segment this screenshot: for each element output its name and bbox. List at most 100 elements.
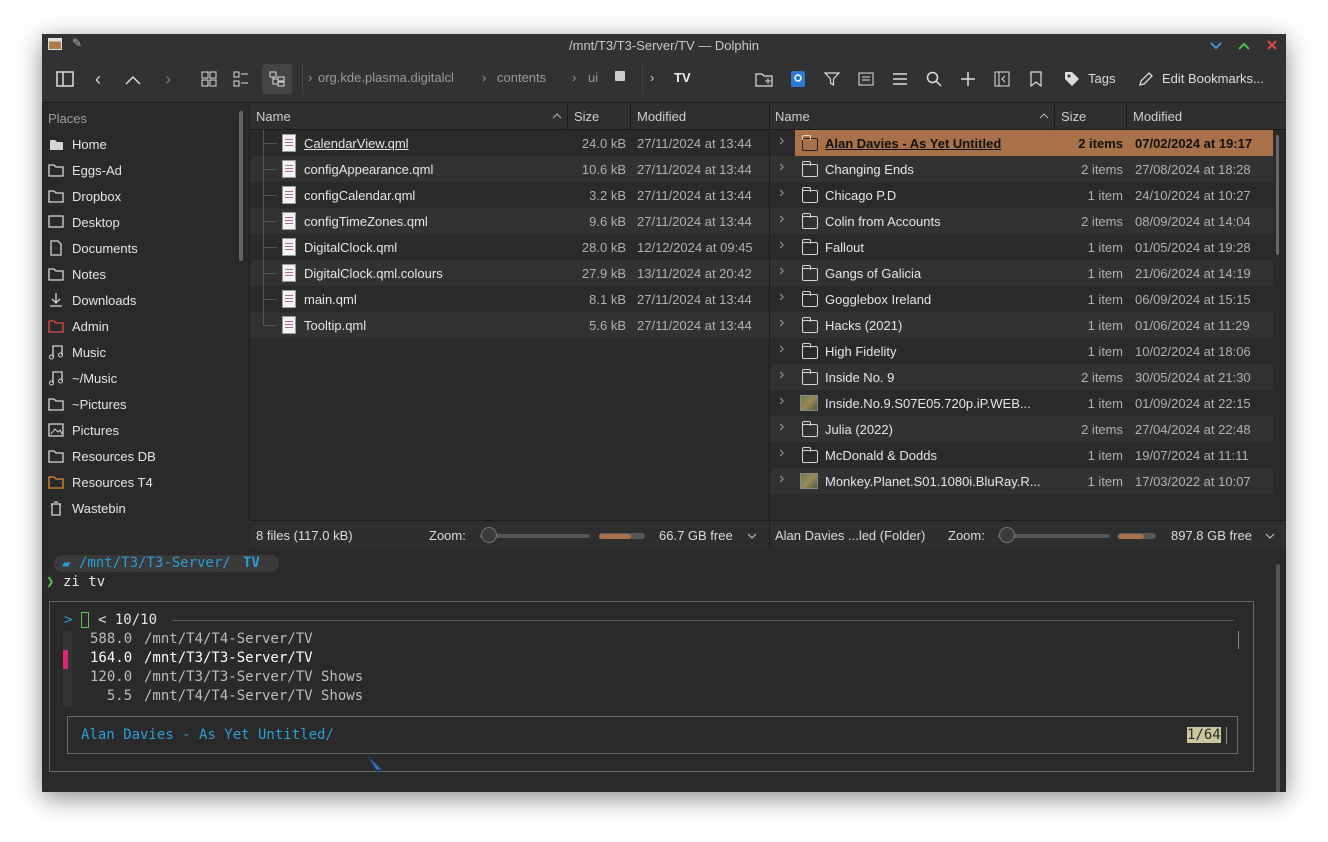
fzf-scrollbar[interactable] xyxy=(1238,631,1239,649)
expand-chevron-icon[interactable]: › xyxy=(779,366,784,384)
breadcrumb-item[interactable]: ui xyxy=(588,70,598,85)
file-row[interactable]: DigitalClock.qml 28.0 kB 12/12/2024 at 09:… xyxy=(250,234,769,260)
expand-chevron-icon[interactable]: › xyxy=(779,158,784,176)
expand-chevron-icon[interactable]: › xyxy=(779,132,784,150)
place-item[interactable]: Wastebin xyxy=(42,495,242,521)
file-row[interactable]: configAppearance.qml 10.6 kB 27/11/2024 at… xyxy=(250,156,769,182)
expand-chevron-icon[interactable]: › xyxy=(779,470,784,488)
breadcrumb-item[interactable]: contents xyxy=(497,70,546,85)
expand-chevron-icon[interactable]: › xyxy=(779,392,784,410)
file-row[interactable]: main.qml 8.1 kB 27/11/2024 at 13:44 xyxy=(250,286,769,312)
forward-button[interactable]: › xyxy=(158,64,178,94)
column-name[interactable]: Name xyxy=(775,109,810,124)
details-view-button[interactable] xyxy=(262,64,292,94)
file-row[interactable]: configTimeZones.qml 9.6 kB 27/11/2024 at 1… xyxy=(250,208,769,234)
place-item[interactable]: ~/Music xyxy=(42,365,242,391)
expand-chevron-icon[interactable]: › xyxy=(779,418,784,436)
folder-row[interactable]: › High Fidelity 1 item 10/02/2024 at 18:06 xyxy=(770,338,1273,364)
file-row[interactable]: CalendarView.qml 24.0 kB 27/11/2024 at 13:… xyxy=(250,130,769,156)
folder-row[interactable]: › Inside.No.9.S07E05.720p.iP.WEB... 1 item… xyxy=(770,390,1273,416)
new-tab-button[interactable] xyxy=(956,64,980,94)
chevron-down-icon[interactable] xyxy=(1265,533,1275,539)
place-item[interactable]: ~Pictures xyxy=(42,391,242,417)
folder-row[interactable]: › Julia (2022) 2 items 27/04/2024 at 22:48 xyxy=(770,416,1273,442)
information-button[interactable] xyxy=(854,64,878,94)
terminal-button[interactable] xyxy=(786,64,810,94)
folder-row[interactable]: › Alan Davies - As Yet Untitled 2 items 07/… xyxy=(770,130,1273,156)
close-button[interactable] xyxy=(1263,36,1281,54)
place-item[interactable]: Documents xyxy=(42,235,242,261)
file-row[interactable]: configCalendar.qml 3.2 kB 27/11/2024 at 13… xyxy=(250,182,769,208)
new-folder-button[interactable] xyxy=(752,64,776,94)
folder-row[interactable]: › Monkey.Planet.S01.1080i.BluRay.R... 1 it… xyxy=(770,468,1273,494)
split-button[interactable] xyxy=(990,64,1014,94)
place-item[interactable]: Home xyxy=(42,131,242,157)
expand-chevron-icon[interactable]: › xyxy=(779,210,784,228)
zoom-slider-handle[interactable] xyxy=(999,527,1015,543)
file-row[interactable]: Tooltip.qml 5.6 kB 27/11/2024 at 13:44 xyxy=(250,312,769,338)
place-item[interactable]: Resources T4 xyxy=(42,469,242,495)
places-scrollbar[interactable] xyxy=(239,111,243,261)
column-size[interactable]: Size xyxy=(1061,109,1086,124)
expand-chevron-icon[interactable]: › xyxy=(779,262,784,280)
zoom-slider-handle[interactable] xyxy=(481,527,497,543)
column-size[interactable]: Size xyxy=(574,109,599,124)
folder-name: Hacks (2021) xyxy=(825,318,903,333)
edit-bookmarks-button[interactable]: Edit Bookmarks... xyxy=(1136,64,1276,94)
breadcrumb-item[interactable]: org.kde.plasma.digitalcl xyxy=(318,70,476,85)
back-button[interactable]: ‹ xyxy=(88,64,108,94)
place-item[interactable]: Notes xyxy=(42,261,242,287)
folder-row[interactable]: › Fallout 1 item 01/05/2024 at 19:28 xyxy=(770,234,1273,260)
chevron-down-icon[interactable] xyxy=(747,533,757,539)
folder-row[interactable]: › Inside No. 9 2 items 30/05/2024 at 21:30 xyxy=(770,364,1273,390)
filter-button[interactable] xyxy=(820,64,844,94)
maximize-button[interactable] xyxy=(1235,36,1253,54)
place-item[interactable]: Dropbox xyxy=(42,183,242,209)
up-button[interactable] xyxy=(122,64,144,94)
column-modified[interactable]: Modified xyxy=(637,109,686,124)
folder-row[interactable]: › Gogglebox Ireland 1 item 06/09/2024 at 15… xyxy=(770,286,1273,312)
search-button[interactable] xyxy=(922,64,946,94)
expand-chevron-icon[interactable]: › xyxy=(779,288,784,306)
folder-icon xyxy=(802,265,818,281)
place-item[interactable]: Eggs-Ad xyxy=(42,157,242,183)
column-modified[interactable]: Modified xyxy=(1133,109,1182,124)
column-name[interactable]: Name xyxy=(256,109,291,124)
minimize-button[interactable] xyxy=(1207,36,1225,54)
file-row[interactable]: DigitalClock.qml.colours 27.9 kB 13/11/202… xyxy=(250,260,769,286)
terminal-panel[interactable]: ▰ /mnt/T3/T3-Server/ TV ❯ zi tv > < 10/1… xyxy=(42,548,1286,792)
place-item[interactable]: Downloads xyxy=(42,287,242,313)
compact-view-button[interactable] xyxy=(230,64,252,94)
right-pane-scrollbar[interactable] xyxy=(1276,135,1279,255)
expand-chevron-icon[interactable]: › xyxy=(779,444,784,462)
expand-chevron-icon[interactable]: › xyxy=(779,314,784,332)
expand-chevron-icon[interactable]: › xyxy=(779,340,784,358)
breadcrumb-current[interactable]: TV xyxy=(674,70,691,85)
expand-chevron-icon[interactable]: › xyxy=(779,184,784,202)
terminal-scrollbar[interactable] xyxy=(1276,564,1280,792)
icons-view-button[interactable] xyxy=(198,64,220,94)
fzf-result[interactable]: 588.0/mnt/T4/T4-Server/TV xyxy=(90,631,1190,650)
fzf-result[interactable]: 5.5/mnt/T4/T4-Server/TV Shows xyxy=(90,688,1190,707)
menu-button[interactable] xyxy=(888,64,912,94)
place-item[interactable]: Resources DB xyxy=(42,443,242,469)
bookmark-button[interactable] xyxy=(1024,64,1048,94)
title-bar[interactable]: ✎ /mnt/T3/T3-Server/TV — Dolphin xyxy=(42,34,1286,56)
preview-scrollbar[interactable] xyxy=(1226,727,1227,744)
show-panels-button[interactable] xyxy=(52,64,78,94)
folder-row[interactable]: › Colin from Accounts 2 items 08/09/2024 at… xyxy=(770,208,1273,234)
folder-row[interactable]: › Chicago P.D 1 item 24/10/2024 at 10:27 xyxy=(770,182,1273,208)
place-item[interactable]: Music xyxy=(42,339,242,365)
folder-row[interactable]: › McDonald & Dodds 1 item 19/07/2024 at 11:… xyxy=(770,442,1273,468)
place-item[interactable]: Desktop xyxy=(42,209,242,235)
fzf-result[interactable]: 164.0/mnt/T3/T3-Server/TV xyxy=(90,650,1190,669)
fzf-result[interactable]: 120.0/mnt/T3/T3-Server/TV Shows xyxy=(90,669,1190,688)
expand-chevron-icon[interactable]: › xyxy=(779,236,784,254)
folder-row[interactable]: › Gangs of Galicia 1 item 21/06/2024 at 14:… xyxy=(770,260,1273,286)
folder-row[interactable]: › Hacks (2021) 1 item 01/06/2024 at 11:29 xyxy=(770,312,1273,338)
qml-file-icon xyxy=(282,212,296,230)
place-item[interactable]: Admin xyxy=(42,313,242,339)
folder-row[interactable]: › Changing Ends 2 items 27/08/2024 at 18:28 xyxy=(770,156,1273,182)
tags-button[interactable]: Tags xyxy=(1062,64,1122,94)
place-item[interactable]: Pictures xyxy=(42,417,242,443)
